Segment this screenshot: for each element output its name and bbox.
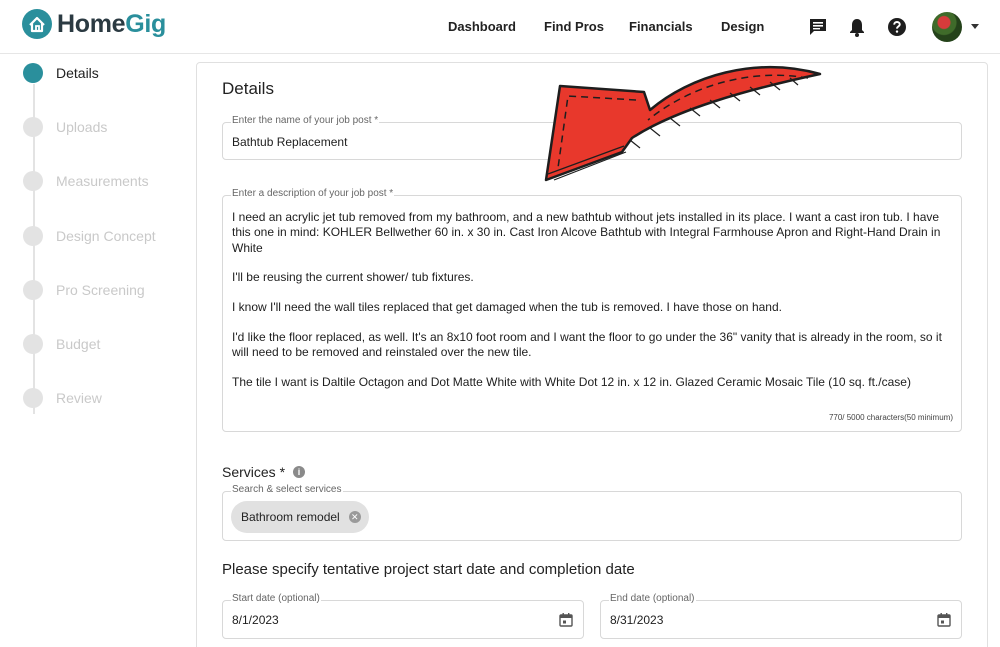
nav-design[interactable]: Design	[721, 19, 764, 34]
step-label: Measurements	[56, 173, 149, 189]
step-label: Design Concept	[56, 228, 156, 244]
help-icon[interactable]	[886, 16, 908, 38]
job-name-field[interactable]: Enter the name of your job post * Bathtu…	[222, 115, 962, 160]
logo-text: HomeGig	[57, 10, 166, 39]
logo-text-home: Home	[57, 9, 126, 38]
step-dot	[23, 63, 43, 83]
start-date-field[interactable]: Start date (optional) 8/1/2023	[222, 593, 584, 639]
step-label: Review	[56, 390, 102, 406]
nav-find-pros[interactable]: Find Pros	[544, 19, 604, 34]
description-label: Enter a description of your job post *	[231, 188, 395, 199]
step-details[interactable]: Details	[23, 62, 99, 84]
card-title: Details	[222, 79, 274, 98]
user-avatar[interactable]	[932, 12, 962, 42]
top-header: HomeGig Dashboard Find Pros Financials D…	[0, 0, 1000, 54]
description-paragraph: The tile I want is Daltile Octagon and D…	[232, 375, 911, 390]
description-paragraph: I know I'll need the wall tiles replaced…	[232, 300, 782, 315]
services-select[interactable]: Search & select services Bathroom remode…	[222, 484, 962, 541]
services-heading: Services * i	[222, 464, 306, 480]
step-measurements[interactable]: Measurements	[23, 170, 149, 192]
chip-label: Bathroom remodel	[241, 510, 340, 524]
dates-heading: Please specify tentative project start d…	[222, 561, 635, 578]
step-dot	[23, 226, 43, 246]
end-date-label: End date (optional)	[609, 593, 696, 604]
step-label: Details	[56, 65, 99, 81]
logo-text-gig: Gig	[125, 9, 167, 38]
description-textarea[interactable]: I need an acrylic jet tub removed from m…	[232, 210, 952, 405]
info-icon[interactable]: i	[293, 466, 306, 478]
homegig-logo[interactable]: HomeGig	[22, 9, 166, 39]
step-design-concept[interactable]: Design Concept	[23, 225, 156, 247]
step-dot	[23, 117, 43, 137]
step-label: Budget	[56, 336, 101, 352]
end-date-value[interactable]: 8/31/2023	[610, 613, 663, 627]
step-dot	[23, 334, 43, 354]
description-paragraph: I'll be reusing the current shower/ tub …	[232, 270, 474, 285]
job-name-label: Enter the name of your job post *	[231, 115, 380, 126]
description-paragraph: I need an acrylic jet tub removed from m…	[232, 210, 941, 255]
description-field[interactable]: Enter a description of your job post * I…	[222, 188, 962, 432]
job-name-value[interactable]: Bathtub Replacement	[232, 135, 347, 149]
step-label: Pro Screening	[56, 282, 145, 298]
service-chip[interactable]: Bathroom remodel ✕	[231, 501, 369, 533]
bell-icon[interactable]	[846, 16, 868, 38]
step-label: Uploads	[56, 119, 108, 135]
description-paragraph: I'd like the floor replaced, as well. It…	[232, 329, 942, 360]
house-logo-icon	[22, 9, 52, 39]
step-budget[interactable]: Budget	[23, 333, 100, 355]
nav-dashboard[interactable]: Dashboard	[448, 19, 516, 34]
step-dot	[23, 388, 43, 408]
character-counter: 770/ 5000 characters(50 minimum)	[828, 413, 953, 422]
nav-financials[interactable]: Financials	[629, 19, 693, 34]
step-pro-screening[interactable]: Pro Screening	[23, 279, 145, 301]
step-review[interactable]: Review	[23, 387, 102, 409]
start-date-value[interactable]: 8/1/2023	[232, 613, 279, 627]
services-search-label: Search & select services	[231, 484, 343, 495]
step-dot	[23, 171, 43, 191]
services-label: Services *	[222, 464, 286, 480]
end-date-field[interactable]: End date (optional) 8/31/2023	[600, 593, 962, 639]
step-uploads[interactable]: Uploads	[23, 116, 107, 138]
calendar-icon[interactable]	[558, 612, 574, 628]
details-card: Details Enter the name of your job post …	[196, 62, 988, 647]
calendar-icon[interactable]	[936, 612, 952, 628]
chevron-down-icon[interactable]	[971, 24, 979, 29]
step-dot	[23, 280, 43, 300]
chat-icon[interactable]	[807, 16, 829, 38]
progress-stepper: Details Uploads Measurements Design Conc…	[0, 54, 190, 647]
close-icon[interactable]: ✕	[348, 511, 361, 523]
start-date-label: Start date (optional)	[231, 593, 321, 604]
